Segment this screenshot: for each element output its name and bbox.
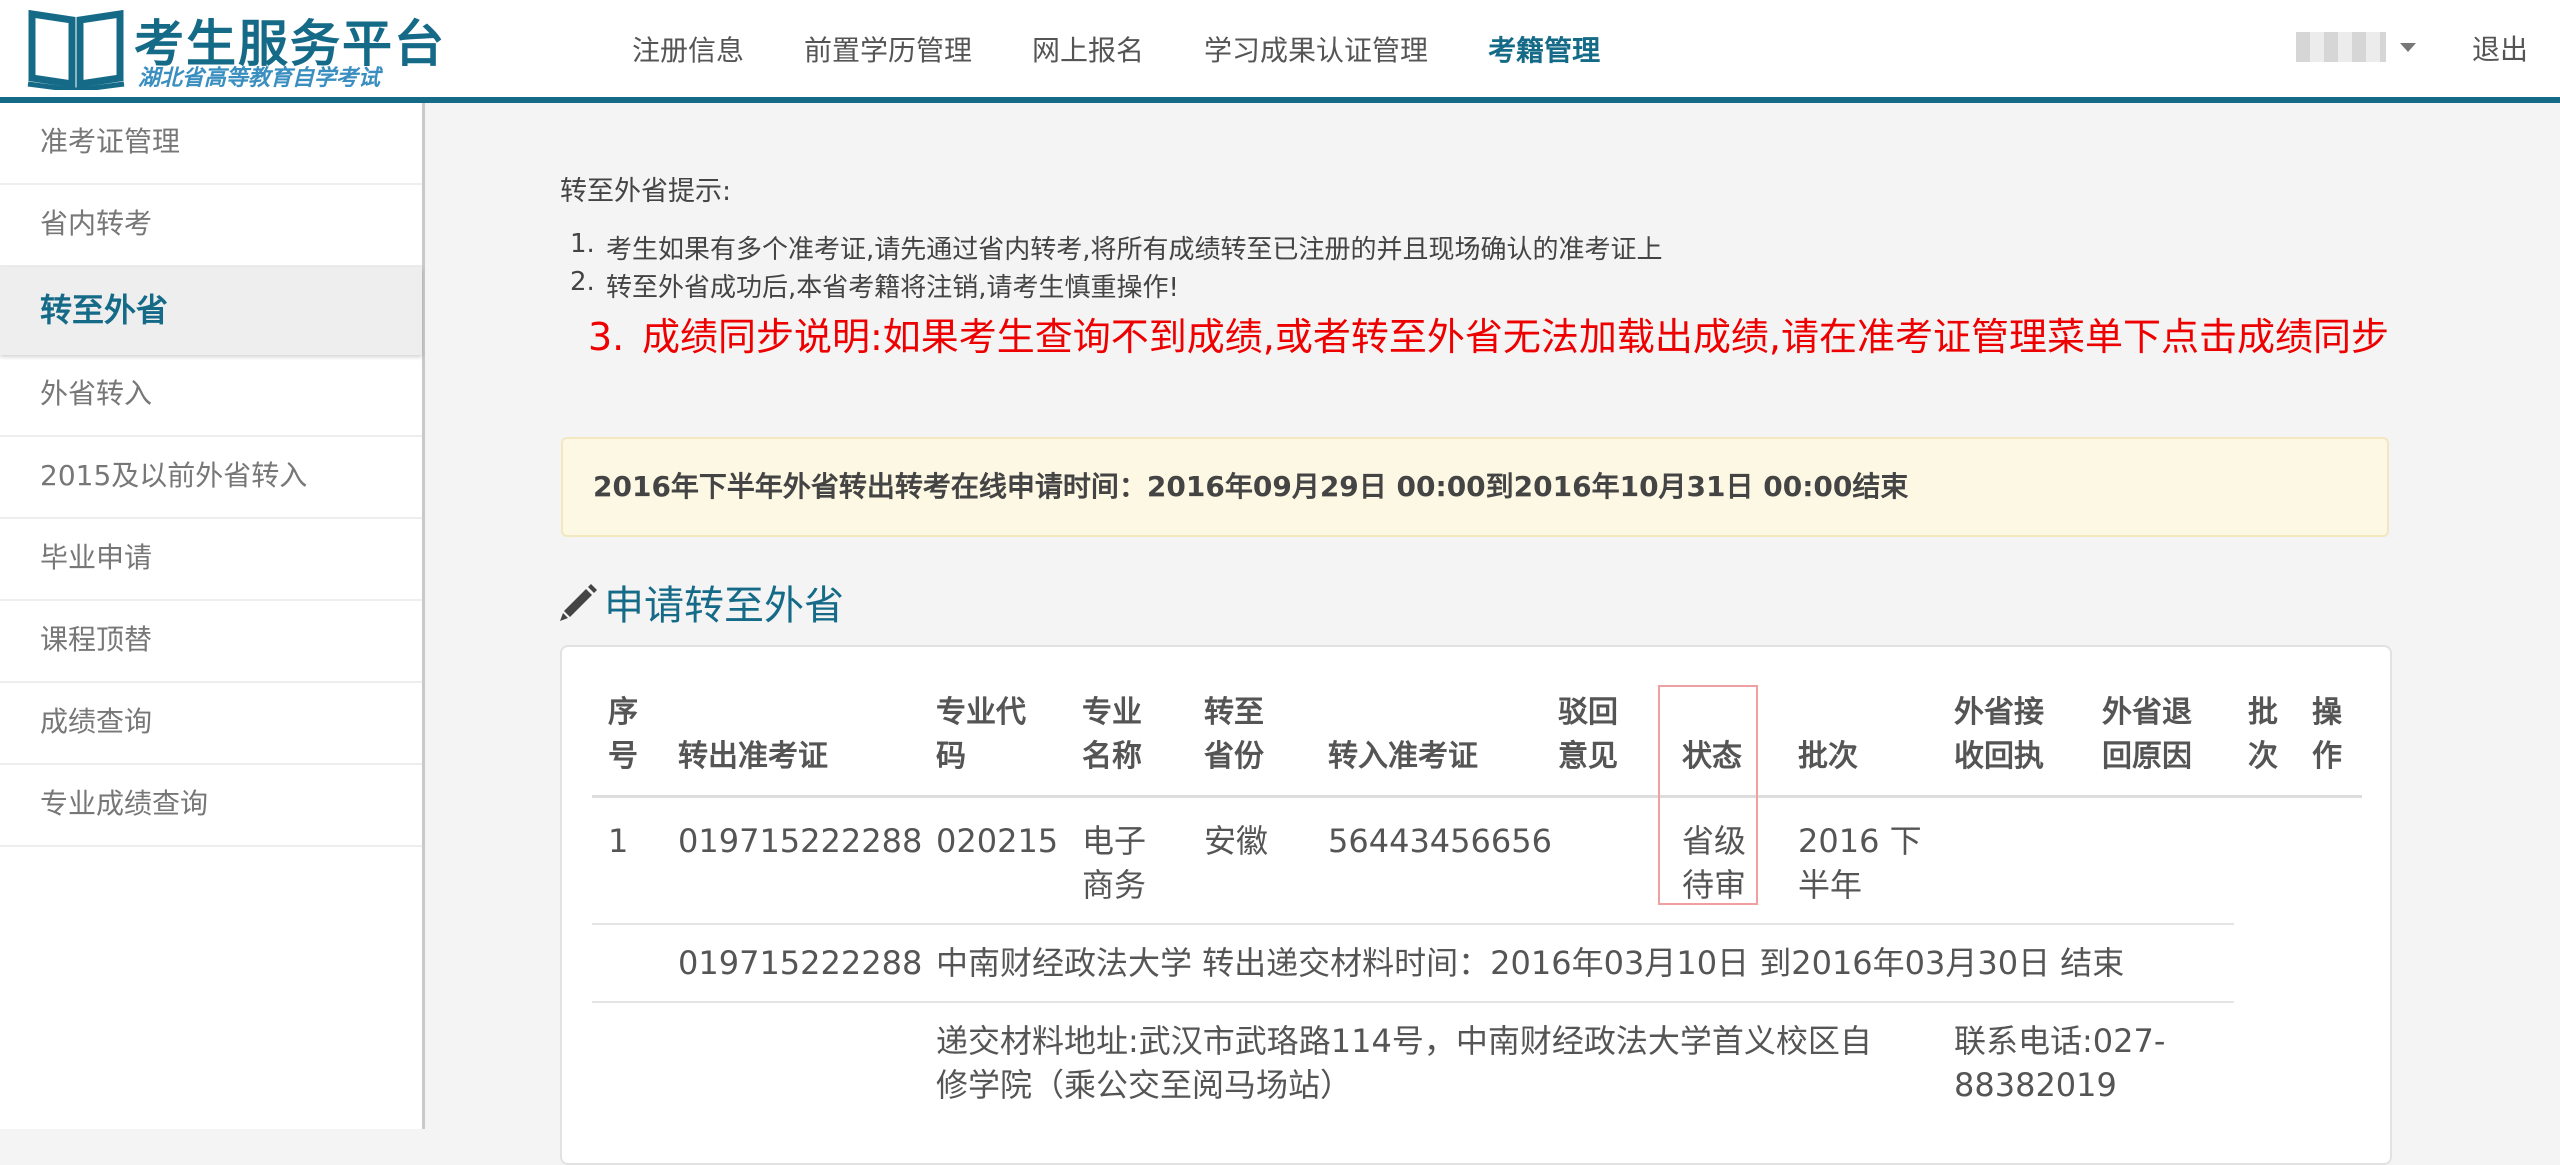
col-header-major-code: 专业代码 [936,695,1026,774]
cell-major-code: 020215 [936,822,1059,860]
cell-to-province: 安徽 [1204,822,1269,860]
caret-down-icon [2400,42,2416,52]
tip-number: 2. [570,267,595,297]
site-logo[interactable]: 考生服务平台 湖北省高等教育自学考试 [26,2,444,92]
nav-register-info[interactable]: 注册信息 [632,29,744,69]
transfer-table-panel: 序号 转出准考证 专业代码 专业名称 转至省份 转入准考证 驳回意见 状态 批次… [560,645,2392,1165]
logout-link[interactable]: 退出 [2472,28,2528,68]
nav-online-signup[interactable]: 网上报名 [1032,29,1144,69]
sidebar-item-graduation[interactable]: 毕业申请 [0,519,422,601]
cell-major-name: 电子商务 [1082,822,1147,904]
col-header-batch: 批次 [1798,739,1858,774]
col-header-reject-reason: 驳回意见 [1558,695,1618,774]
tips-title: 转至外省提示: [560,176,732,207]
nav-prior-education[interactable]: 前置学历管理 [804,29,972,69]
tip-text: 考生如果有多个准考证,请先通过省内转考,将所有成绩转至已注册的并且现场确认的准考… [606,235,1663,265]
cell-out-ticket: 019715222288 [678,822,923,860]
col-header-operation: 操作 [2312,695,2342,774]
cell-status: 省级待审 [1682,822,1747,904]
section-title: 申请转至外省 [558,573,844,631]
header-divider [592,795,2362,798]
book-logo-icon [27,9,125,90]
detail-school-period: 中南财经政法大学 转出递交材料时间：2016年03月10日 到2016年03月3… [936,944,2125,982]
col-header-return-reason: 外省退回原因 [2102,695,2192,774]
row-divider [592,1001,2234,1003]
row-divider [592,923,2234,925]
cell-seq: 1 [608,822,629,860]
detail-phone: 联系电话:027-88382019 [1954,1022,2166,1104]
col-header-to-province: 转至省份 [1204,695,1264,774]
detail-ticket: 019715222288 [678,944,923,982]
col-header-receipt: 外省接收回执 [1954,695,2044,774]
application-period-notice: 2016年下半年外省转出转考在线申请时间：2016年09月29日 00:00到2… [561,437,2389,537]
tip-warning: 3. 成绩同步说明:如果考生查询不到成绩,或者转至外省无法加载出成绩,请在准考证… [588,309,2412,365]
col-header-seq: 序号 [608,695,638,774]
col-header-out-ticket: 转出准考证 [678,739,828,774]
sidebar-item-transfer-in[interactable]: 外省转入 [0,355,422,437]
sidebar-item-course-substitution[interactable]: 课程顶替 [0,601,422,683]
tip-item: 1. 考生如果有多个准考证,请先通过省内转考,将所有成绩转至已注册的并且现场确认… [570,229,1663,266]
tip-text: 转至外省成功后,本省考籍将注销,请考生慎重操作! [606,273,1179,303]
tip-number: 1. [570,229,595,259]
cell-batch: 2016 下半年 [1798,822,1922,904]
username-blurred [2296,32,2386,62]
tip-number: 3. [588,315,625,359]
section-title-text: 申请转至外省 [604,583,844,629]
col-header-in-ticket: 转入准考证 [1328,739,1478,774]
top-header: 考生服务平台 湖北省高等教育自学考试 注册信息 前置学历管理 网上报名 学习成果… [0,0,2560,103]
pencil-icon [560,584,597,621]
main-nav: 注册信息 前置学历管理 网上报名 学习成果认证管理 考籍管理 [632,0,1660,97]
sidebar-item-admission-ticket[interactable]: 准考证管理 [0,103,422,185]
cell-in-ticket: 56443456656 [1328,822,1552,860]
nav-learning-certification[interactable]: 学习成果认证管理 [1204,29,1428,69]
sidebar: 准考证管理 省内转考 转至外省 外省转入 2015及以前外省转入 毕业申请 课程… [0,103,425,1129]
col-header-major-name: 专业名称 [1082,695,1142,774]
main-content: 转至外省提示: 1. 考生如果有多个准考证,请先通过省内转考,将所有成绩转至已注… [428,103,2560,1165]
sidebar-item-transfer-out[interactable]: 转至外省 [0,267,422,355]
user-menu[interactable] [2296,30,2416,64]
sidebar-item-intra-province-transfer[interactable]: 省内转考 [0,185,422,267]
logo-subtitle: 湖北省高等教育自学考试 [138,66,381,91]
sidebar-item-pre2015-transfer-in[interactable]: 2015及以前外省转入 [0,437,422,519]
nav-exam-record[interactable]: 考籍管理 [1488,29,1600,69]
col-header-batch2: 批次 [2248,695,2278,774]
sidebar-item-score-query[interactable]: 成绩查询 [0,683,422,765]
tip-item: 2. 转至外省成功后,本省考籍将注销,请考生慎重操作! [570,267,1179,304]
detail-address: 递交材料地址:武汉市武珞路114号，中南财经政法大学首义校区自修学院（乘公交至阅… [936,1022,1872,1104]
sidebar-item-major-score-query[interactable]: 专业成绩查询 [0,765,422,847]
tip-text: 成绩同步说明:如果考生查询不到成绩,或者转至外省无法加载出成绩,请在准考证管理菜… [642,315,2389,359]
